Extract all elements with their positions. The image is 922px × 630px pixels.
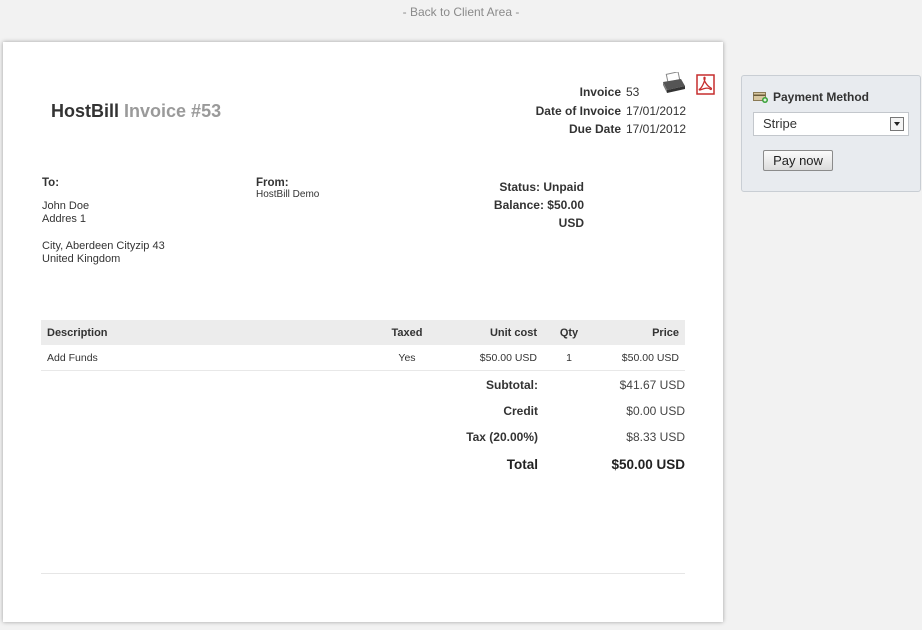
to-city: City, Aberdeen Cityzip 43 <box>42 240 165 252</box>
from-company: HostBill Demo <box>256 189 320 200</box>
invoice-date-value: 17/01/2012 <box>626 103 687 118</box>
item-price: $50.00 USD <box>595 345 685 371</box>
col-description: Description <box>41 320 373 345</box>
table-header-row: Description Taxed Unit cost Qty Price <box>41 320 685 345</box>
footer-divider <box>41 573 685 574</box>
invoice-title: HostBill Invoice #53 <box>51 101 221 122</box>
total-value: $50.00 USD <box>611 457 685 472</box>
invoice-value: 53 <box>626 85 640 99</box>
total-label: Total <box>506 457 538 472</box>
credit-card-icon <box>753 91 768 103</box>
status-value: Unpaid <box>543 180 584 194</box>
brand-name: HostBill <box>51 101 120 121</box>
invoice-status: Status: Unpaid Balance: $50.00 USD <box>469 178 584 232</box>
due-date-label: Due Date <box>568 122 621 136</box>
item-unit-cost: $50.00 USD <box>441 345 543 371</box>
pay-now-button[interactable]: Pay now <box>763 150 833 171</box>
invoice-meta: Invoice 53 Date of Invoice 17/01/2012 Due … <box>433 83 687 139</box>
bill-from: From: HostBill Demo <box>256 177 319 200</box>
col-unit-cost: Unit cost <box>441 320 543 345</box>
invoice-sheet: HostBill Invoice #53 Invoice 53 Date of I… <box>3 42 723 622</box>
to-address: Addres 1 <box>42 213 87 225</box>
subtotal-label: Subtotal: <box>486 378 538 392</box>
chevron-down-icon[interactable] <box>890 117 904 131</box>
subtotal-value: $41.67 USD <box>619 378 685 392</box>
payment-method-heading: Payment Method <box>753 90 869 104</box>
invoice-items-table: Description Taxed Unit cost Qty Price Ad… <box>41 320 685 371</box>
invoice-date-label: Date of Invoice <box>535 103 621 118</box>
back-to-client-area-link[interactable]: - Back to Client Area - <box>0 5 922 19</box>
from-heading: From: <box>256 177 289 189</box>
payment-method-selected: Stripe <box>763 116 797 131</box>
col-price: Price <box>595 320 685 345</box>
payment-method-title: Payment Method <box>773 90 870 104</box>
to-heading: To: <box>42 177 60 189</box>
payment-method-select[interactable]: Stripe <box>753 112 909 136</box>
payment-panel: Payment Method Stripe Pay now <box>741 75 921 192</box>
to-country: United Kingdom <box>42 253 121 265</box>
balance-value: $50.00 USD <box>547 198 584 230</box>
item-taxed: Yes <box>373 345 441 371</box>
tax-label: Tax (20.00%) <box>466 430 538 444</box>
invoice-label: Invoice <box>579 85 621 99</box>
invoice-number-title: Invoice #53 <box>124 101 222 121</box>
col-qty: Qty <box>543 320 595 345</box>
status-label: Status: <box>499 180 540 194</box>
due-date-value: 17/01/2012 <box>626 122 687 136</box>
tax-value: $8.33 USD <box>626 430 685 444</box>
invoice-totals: Subtotal: $41.67 USD Credit $0.00 USD Tax … <box>383 372 685 480</box>
item-description: Add Funds <box>41 345 373 371</box>
col-taxed: Taxed <box>373 320 441 345</box>
pdf-icon[interactable] <box>695 74 717 96</box>
bill-to: To: John Doe Addres 1 City, Aberdeen Cit… <box>42 177 165 266</box>
to-name: John Doe <box>42 200 90 212</box>
item-qty: 1 <box>543 345 595 371</box>
credit-label: Credit <box>503 404 538 418</box>
credit-value: $0.00 USD <box>626 404 685 418</box>
table-row: Add Funds Yes $50.00 USD 1 $50.00 USD <box>41 345 685 371</box>
balance-label: Balance: <box>493 198 544 212</box>
